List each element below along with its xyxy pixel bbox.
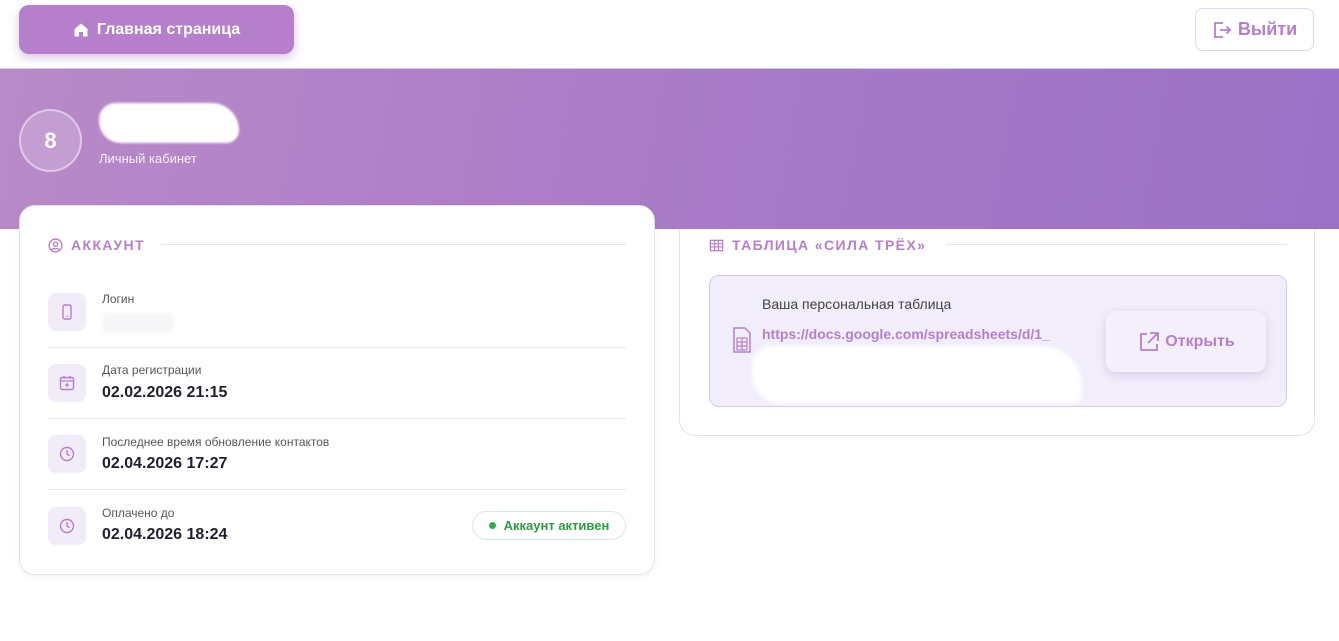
open-button-label: Открыть [1165,332,1235,350]
login-row: Логин [48,277,626,348]
contacts-updated-row: Последнее время обновление контактов 02.… [48,419,626,490]
profile-subtitle: Личный кабинет [99,151,197,166]
account-section-header: АККАУНТ [48,237,145,253]
registration-value: 02.02.2026 21:15 [102,384,228,401]
status-badge-label: Аккаунт активен [503,518,610,533]
contacts-updated-value: 02.04.2026 17:27 [102,455,228,472]
login-value-redacted [102,313,174,333]
contacts-updated-label: Последнее время обновление контактов [102,435,330,449]
login-label: Логин [102,292,135,306]
account-card: АККАУНТ Логин Дата регистрации 02.02.202… [19,205,655,575]
status-badge: Аккаунт активен [472,511,626,540]
external-link-icon [1140,331,1160,351]
spreadsheet-link-box: Ваша персональная таблица https://docs.g… [709,275,1287,407]
home-button-label: Главная страница [96,20,241,38]
clock-icon [48,435,86,473]
home-button[interactable]: Главная страница [19,5,294,54]
spreadsheet-file-icon [733,327,751,353]
home-icon [74,23,88,36]
status-dot [488,522,496,529]
registration-row: Дата регистрации 02.02.2026 21:15 [48,348,626,419]
open-spreadsheet-button[interactable]: Открыть [1106,311,1266,372]
account-section-title: АККАУНТ [71,237,145,253]
user-circle-icon [48,237,63,253]
link-redacted [752,346,1082,404]
table-section-title: ТАБЛИЦА «СИЛА ТРЁХ» [732,237,927,253]
table-card: ТАБЛИЦА «СИЛА ТРЁХ» Ваша персональная та… [679,229,1315,436]
paid-until-label: Оплачено до [102,506,175,520]
table-section-header: ТАБЛИЦА «СИЛА ТРЁХ» [709,237,926,253]
divider [946,244,1287,245]
username-redacted [99,103,239,143]
phone-icon [48,293,86,331]
logout-icon [1213,21,1232,38]
registration-label: Дата регистрации [102,363,202,377]
paid-until-row: Оплачено до 02.04.2026 18:24 Аккаунт акт… [48,490,626,561]
top-bar: Главная страница Выйти [0,0,1339,68]
paid-until-value: 02.04.2026 18:24 [102,526,228,543]
logout-button[interactable]: Выйти [1195,8,1314,51]
clock-icon [48,507,86,545]
table-icon [709,239,724,251]
spreadsheet-link-title: Ваша персональная таблица [762,296,952,312]
divider [161,244,626,245]
calendar-plus-icon [48,364,86,402]
avatar: 8 [19,109,82,172]
logout-button-label: Выйти [1237,19,1298,39]
